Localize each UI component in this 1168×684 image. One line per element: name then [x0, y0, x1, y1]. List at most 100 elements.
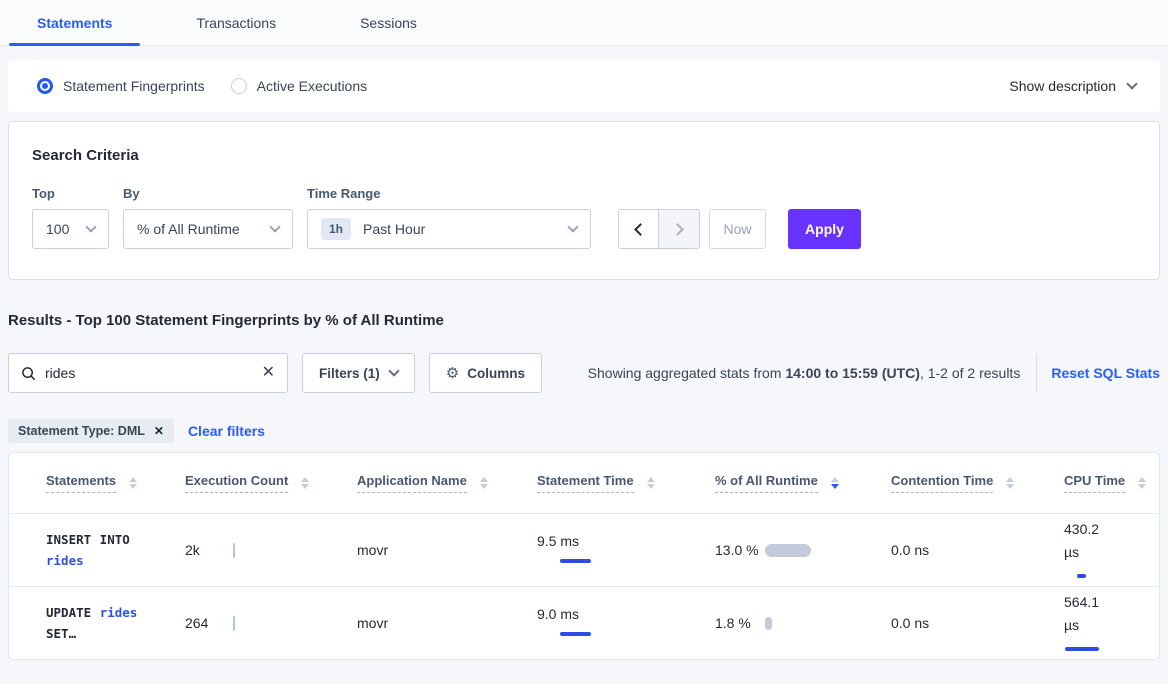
by-field: By % of All Runtime: [123, 186, 293, 249]
chevron-down-icon: [567, 221, 578, 232]
execution-count-cell: 2k: [185, 542, 357, 558]
column-header-label: Execution Count: [185, 473, 288, 493]
statement-cell: INSERT INTO rides: [9, 529, 185, 571]
count-bar: [233, 616, 235, 631]
columns-button-label: Columns: [467, 366, 525, 381]
now-button[interactable]: Now: [709, 209, 766, 249]
column-header-label: Statement Time: [537, 473, 634, 493]
statement-type-filter-chip: Statement Type: DML ✕: [8, 419, 174, 443]
column-header-label: CPU Time: [1064, 473, 1125, 493]
cpu-time-value: 430.2 µs: [1064, 518, 1114, 564]
stats-prefix: Showing aggregated stats from: [588, 365, 786, 381]
search-criteria-title: Search Criteria: [32, 147, 1135, 164]
view-toggle-card: Statement Fingerprints Active Executions…: [8, 60, 1160, 112]
radio-label: Statement Fingerprints: [63, 78, 205, 94]
sort-icon[interactable]: [1138, 477, 1146, 489]
time-range-select[interactable]: 1h Past Hour: [307, 209, 591, 249]
chevron-down-icon: [85, 221, 96, 232]
show-description-toggle[interactable]: Show description: [1009, 78, 1136, 94]
tab-transactions[interactable]: Transactions: [186, 15, 286, 45]
reset-sql-stats-link[interactable]: Reset SQL Stats: [1051, 365, 1160, 381]
column-header-cpu-time[interactable]: CPU Time: [1064, 473, 1159, 493]
sql-text: INSERT INTO: [46, 532, 130, 547]
statement-time-cell: 9.0 ms: [537, 606, 715, 641]
results-controls-row: ✕ Filters (1) ⚙ Columns Showing aggregat…: [8, 353, 1160, 393]
contention-time-cell: 0.0 ns: [891, 615, 1064, 631]
clear-filters-link[interactable]: Clear filters: [188, 423, 265, 439]
column-header-label: Application Name: [357, 473, 467, 493]
cpu-time-cell: 564.1 µs: [1064, 591, 1159, 656]
chevron-down-icon: [1126, 78, 1137, 89]
tab-statements[interactable]: Statements: [27, 15, 122, 45]
statement-time-bar: [537, 555, 595, 568]
search-input[interactable]: [45, 365, 262, 381]
runtime-pct-bar: [765, 617, 772, 630]
apply-button[interactable]: Apply: [788, 209, 861, 249]
statement-link[interactable]: rides: [46, 553, 84, 568]
search-criteria-card: Search Criteria Top 100 By % of All Runt…: [8, 121, 1160, 280]
cpu-time-value: 564.1 µs: [1064, 591, 1114, 637]
stats-range: 14:00 to 15:59 (UTC): [785, 365, 920, 381]
chevron-down-icon: [269, 221, 280, 232]
application-name-cell: movr: [357, 542, 537, 558]
runtime-pct-value: 13.0 %: [715, 540, 765, 561]
cpu-time-bar: [1064, 643, 1159, 656]
application-name-cell: movr: [357, 615, 537, 631]
top-tab-bar: Statements Transactions Sessions: [0, 0, 1168, 46]
results-heading: Results - Top 100 Statement Fingerprints…: [8, 312, 1160, 329]
remove-filter-icon[interactable]: ✕: [154, 424, 164, 438]
time-range-field: Time Range 1h Past Hour: [307, 186, 591, 249]
execution-count-value: 2k: [185, 542, 219, 558]
table-row: INSERT INTO rides 2k movr 9.5 ms 13.0 % …: [9, 513, 1159, 586]
statement-time-bar: [537, 628, 595, 641]
by-select-value: % of All Runtime: [137, 221, 240, 237]
sort-icon[interactable]: [480, 477, 488, 489]
statement-link[interactable]: rides: [100, 605, 138, 620]
show-description-label: Show description: [1009, 78, 1116, 94]
by-select[interactable]: % of All Runtime: [123, 209, 293, 249]
runtime-pct-bar: [765, 544, 811, 557]
statement-time-value: 9.0 ms: [537, 606, 595, 622]
time-range-value: Past Hour: [363, 221, 425, 237]
cpu-time-cell: 430.2 µs: [1064, 518, 1159, 583]
filters-button[interactable]: Filters (1): [302, 353, 415, 393]
runtime-pct-value: 1.8 %: [715, 613, 765, 634]
radio-statement-fingerprints[interactable]: Statement Fingerprints: [37, 78, 205, 94]
statement-cell: UPDATE rides SET…: [9, 602, 185, 644]
filter-chip-row: Statement Type: DML ✕ Clear filters: [8, 419, 1160, 443]
column-header-label: Contention Time: [891, 473, 993, 493]
stats-suffix: , 1-2 of 2 results: [920, 365, 1020, 381]
column-header-runtime-pct[interactable]: % of All Runtime: [715, 473, 891, 493]
column-header-statement-time[interactable]: Statement Time: [537, 473, 715, 493]
runtime-pct-cell: 1.8 %: [715, 613, 891, 634]
filters-button-label: Filters (1): [319, 366, 380, 381]
top-select[interactable]: 100: [32, 209, 109, 249]
column-header-statements[interactable]: Statements: [9, 473, 185, 493]
radio-active-executions[interactable]: Active Executions: [231, 78, 368, 94]
columns-button[interactable]: ⚙ Columns: [429, 353, 542, 393]
top-field: Top 100: [32, 186, 109, 249]
statement-search-box: ✕: [8, 353, 288, 393]
time-nav-group: [618, 209, 700, 249]
previous-time-button[interactable]: [618, 209, 659, 249]
runtime-pct-cell: 13.0 %: [715, 540, 891, 561]
tab-sessions[interactable]: Sessions: [350, 15, 427, 45]
sort-icon[interactable]: [301, 477, 309, 489]
column-header-application-name[interactable]: Application Name: [357, 473, 537, 493]
gear-icon: ⚙: [446, 364, 459, 382]
time-range-badge: 1h: [321, 218, 351, 240]
sort-icon[interactable]: [129, 477, 137, 489]
contention-time-cell: 0.0 ns: [891, 542, 1064, 558]
next-time-button[interactable]: [659, 209, 700, 249]
column-header-execution-count[interactable]: Execution Count: [185, 473, 357, 493]
cpu-time-bar: [1064, 570, 1159, 583]
table-row: UPDATE rides SET… 264 movr 9.0 ms 1.8 % …: [9, 586, 1159, 659]
divider: [1036, 354, 1037, 392]
column-header-contention-time[interactable]: Contention Time: [891, 473, 1064, 493]
sort-icon[interactable]: [1006, 477, 1014, 489]
sort-icon-active-desc[interactable]: [831, 477, 839, 489]
radio-selected-icon: [37, 78, 53, 94]
sort-icon[interactable]: [647, 477, 655, 489]
clear-search-icon[interactable]: ✕: [262, 365, 275, 381]
chevron-left-icon: [634, 223, 647, 236]
